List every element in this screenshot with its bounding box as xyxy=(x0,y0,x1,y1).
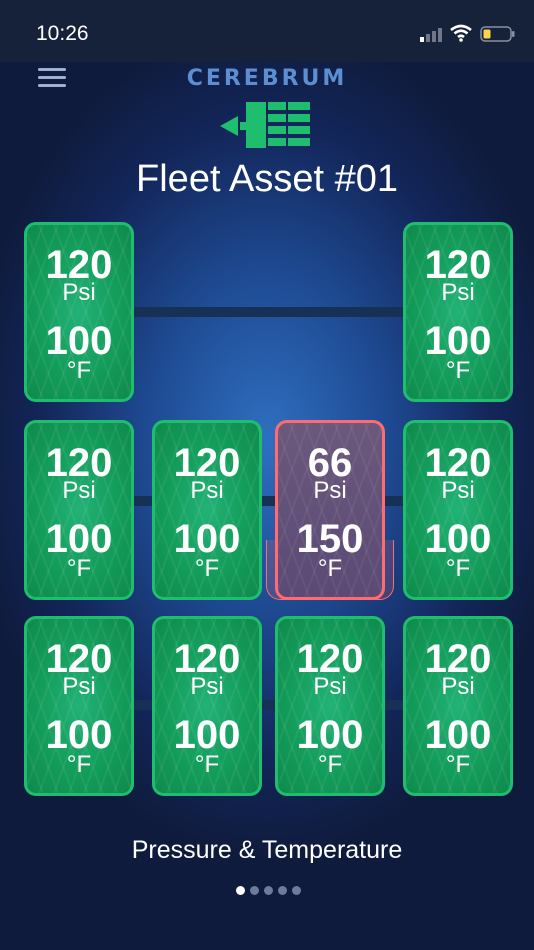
temperature-unit: °F xyxy=(66,751,92,778)
temperature-value: 100 xyxy=(424,517,492,561)
tire-card[interactable]: 120 Psi 100 °F xyxy=(24,222,134,402)
temperature-unit: °F xyxy=(194,555,220,582)
tire-card[interactable]: 120 Psi 100 °F xyxy=(403,420,513,600)
temperature-unit: °F xyxy=(194,751,220,778)
temperature-value: 100 xyxy=(424,319,492,363)
pressure-unit: Psi xyxy=(441,279,475,306)
temperature-value: 100 xyxy=(173,517,241,561)
front-axle xyxy=(130,307,406,317)
wifi-icon xyxy=(450,24,472,42)
pressure-unit: Psi xyxy=(190,477,224,504)
temperature-unit: °F xyxy=(66,555,92,582)
temperature-value: 100 xyxy=(45,517,113,561)
page-dot[interactable] xyxy=(250,886,259,895)
tire-card[interactable]: 120 Psi 100 °F xyxy=(152,616,262,796)
temperature-value: 150 xyxy=(296,517,364,561)
cellular-signal-icon xyxy=(420,28,442,42)
section-caption: Pressure & Temperature xyxy=(131,836,403,864)
pressure-unit: Psi xyxy=(62,279,96,306)
status-bar: 10:26 xyxy=(0,0,534,62)
pressure-unit: Psi xyxy=(62,673,96,700)
battery-icon xyxy=(480,26,515,42)
temperature-unit: °F xyxy=(66,357,92,384)
pressure-unit: Psi xyxy=(441,477,475,504)
temperature-value: 100 xyxy=(45,319,113,363)
pressure-unit: Psi xyxy=(441,673,475,700)
page-dot[interactable] xyxy=(264,886,273,895)
page-title: Fleet Asset #01 xyxy=(136,158,398,200)
truck-logo-icon xyxy=(220,102,310,148)
pressure-unit: Psi xyxy=(313,673,347,700)
tire-card[interactable]: 120 Psi 100 °F xyxy=(403,222,513,402)
tire-card-alert[interactable]: 66 Psi 150 °F xyxy=(275,420,385,600)
tire-card[interactable]: 120 Psi 100 °F xyxy=(152,420,262,600)
temperature-value: 100 xyxy=(45,713,113,757)
temperature-unit: °F xyxy=(317,751,343,778)
temperature-value: 100 xyxy=(424,713,492,757)
clock: 10:26 xyxy=(36,22,89,45)
pressure-unit: Psi xyxy=(190,673,224,700)
page-dot[interactable] xyxy=(236,886,245,895)
temperature-value: 100 xyxy=(296,713,364,757)
brand-logo-text: CEREBRUM xyxy=(186,66,348,91)
temperature-unit: °F xyxy=(445,751,471,778)
tire-card[interactable]: 120 Psi 100 °F xyxy=(403,616,513,796)
pressure-unit: Psi xyxy=(62,477,96,504)
temperature-unit: °F xyxy=(317,555,343,582)
page-dot[interactable] xyxy=(278,886,287,895)
pressure-unit: Psi xyxy=(313,477,347,504)
tire-card[interactable]: 120 Psi 100 °F xyxy=(24,616,134,796)
temperature-unit: °F xyxy=(445,357,471,384)
temperature-unit: °F xyxy=(445,555,471,582)
temperature-value: 100 xyxy=(173,713,241,757)
page-dot[interactable] xyxy=(292,886,301,895)
tire-card[interactable]: 120 Psi 100 °F xyxy=(24,420,134,600)
tire-card[interactable]: 120 Psi 100 °F xyxy=(275,616,385,796)
